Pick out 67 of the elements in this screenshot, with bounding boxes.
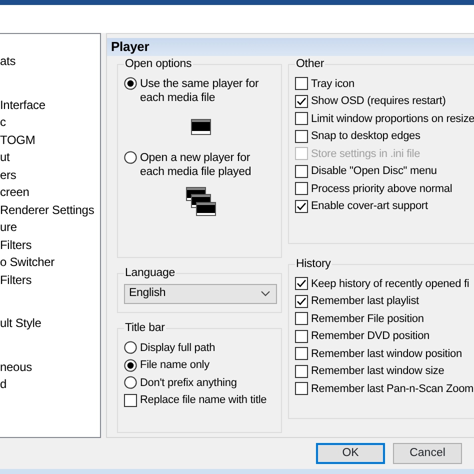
- checkbox[interactable]: [124, 394, 137, 407]
- radio-button[interactable]: [124, 341, 137, 354]
- radio-button[interactable]: [124, 77, 137, 90]
- group-label: Language: [124, 266, 176, 280]
- checkbox-label: Enable cover-art support: [311, 199, 428, 214]
- radio-label: Open a new player for each media file played: [140, 151, 252, 179]
- checkbox[interactable]: [295, 182, 308, 196]
- radio-label: Don't prefix anything: [140, 376, 237, 390]
- dialog-button[interactable]: OK: [316, 443, 385, 464]
- tree-item[interactable]: ers: [0, 166, 100, 184]
- tree-item[interactable]: ut: [0, 149, 100, 166]
- tree-item[interactable]: d: [0, 376, 100, 394]
- checkbox-label: Remember last playlist: [311, 294, 419, 309]
- tree-item[interactable]: ult Style: [0, 315, 100, 332]
- tree-item[interactable]: Renderer Settings: [0, 202, 100, 219]
- checkbox[interactable]: [295, 382, 308, 396]
- checkbox-label: Snap to desktop edges: [311, 129, 420, 144]
- player-window-icon: [190, 119, 210, 135]
- tree-item[interactable]: Interface: [0, 96, 100, 114]
- tree-item[interactable]: ats: [0, 53, 100, 70]
- caret-icon: [261, 291, 270, 297]
- radio-button[interactable]: [124, 151, 137, 164]
- tree-item[interactable]: neous: [0, 358, 100, 376]
- language-dropdown[interactable]: English: [124, 284, 277, 304]
- checkbox-label: Remember last Pan-n-Scan Zoom: [311, 382, 474, 396]
- checkbox-label: Remember DVD position: [311, 329, 430, 344]
- radio-label: Use the same player for each media file: [140, 77, 260, 105]
- checkbox-label: Remember File position: [311, 312, 424, 326]
- checkbox[interactable]: [295, 277, 308, 290]
- checkbox[interactable]: [295, 364, 308, 378]
- checkbox-label: Remember last window size: [311, 364, 444, 379]
- checkbox[interactable]: [295, 347, 308, 360]
- checkbox-label: Store settings in .ini file: [311, 146, 420, 162]
- page-title: Player: [107, 38, 474, 56]
- checkbox-label: Process priority above normal: [311, 182, 452, 196]
- player-windows-icon: [186, 187, 216, 217]
- checkbox[interactable]: [295, 77, 308, 90]
- tree-item[interactable]: Filters: [0, 236, 100, 254]
- checkbox-label: Disable "Open Disc" menu: [311, 164, 437, 179]
- tree-item[interactable]: o Switcher: [0, 254, 100, 272]
- group-label: History: [295, 257, 332, 271]
- checkbox-label: Show OSD (requires restart): [311, 94, 446, 109]
- dropdown-value: English: [129, 286, 166, 302]
- tree-item[interactable]: c: [0, 114, 100, 132]
- checkbox[interactable]: [295, 164, 308, 178]
- checkbox[interactable]: [295, 94, 308, 108]
- dialog-button[interactable]: Cancel: [393, 443, 462, 464]
- checkbox[interactable]: [295, 112, 308, 126]
- checkbox-label: Replace file name with title: [140, 393, 267, 408]
- group-label: Open options: [124, 57, 193, 71]
- checkbox[interactable]: [295, 200, 308, 213]
- checkbox[interactable]: [295, 130, 308, 143]
- radio-label: Display full path: [140, 340, 216, 356]
- tree-item[interactable]: Filters: [0, 272, 100, 289]
- checkbox[interactable]: [295, 294, 308, 308]
- radio-label: File name only: [140, 358, 210, 373]
- tree-item[interactable]: TOGM: [0, 132, 100, 149]
- radio-button[interactable]: [124, 376, 137, 390]
- checkbox-label: Remember last window position: [311, 346, 462, 362]
- checkbox[interactable]: [295, 312, 308, 326]
- checkbox-label: Keep history of recently opened fi: [311, 276, 470, 292]
- checkbox-label: Limit window proportions on resize: [311, 112, 474, 126]
- tree-item[interactable]: ure: [0, 219, 100, 236]
- tree-item[interactable]: creen: [0, 184, 100, 202]
- checkbox[interactable]: [295, 330, 308, 343]
- radio-button[interactable]: [124, 358, 137, 372]
- checkbox-label: Tray icon: [311, 76, 354, 92]
